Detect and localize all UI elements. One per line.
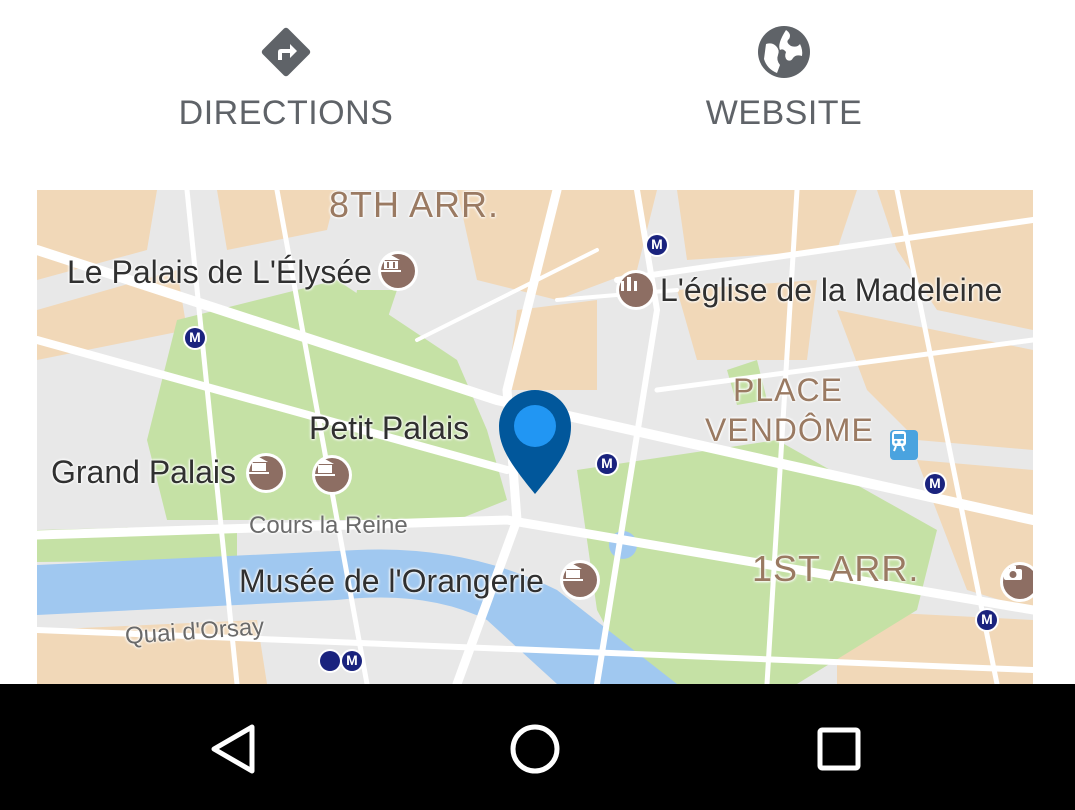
website-label: WEBSITE	[705, 94, 863, 132]
metro-icon[interactable]: M	[342, 651, 362, 671]
place-madeleine[interactable]: L'église de la Madeleine	[660, 272, 1002, 309]
globe-icon	[754, 22, 814, 82]
place-elysee[interactable]: Le Palais de L'Élysée	[67, 254, 372, 291]
directions-icon	[256, 22, 316, 82]
street-cours-la-reine: Cours la Reine	[249, 512, 408, 539]
directions-button[interactable]: DIRECTIONS	[136, 22, 436, 142]
museum-icon[interactable]	[381, 254, 415, 288]
place-orangerie[interactable]: Musée de l'Orangerie	[239, 563, 544, 600]
district-1st: 1ST ARR.	[752, 548, 920, 589]
district-8th: 8TH ARR.	[329, 190, 500, 225]
map-preview[interactable]: 8TH ARR. Le Palais de L'Élysée L'église …	[37, 190, 1033, 684]
district-vendome-line2: VENDÔME	[705, 412, 874, 448]
metro-icon[interactable]: M	[185, 328, 205, 348]
metro-icon[interactable]: M	[597, 454, 617, 474]
metro-icon[interactable]: M	[925, 474, 945, 494]
camera-icon[interactable]	[1003, 565, 1033, 599]
recents-icon[interactable]	[809, 719, 869, 779]
directions-label: DIRECTIONS	[178, 94, 394, 132]
museum-icon[interactable]	[315, 458, 349, 492]
train-station-icon[interactable]	[890, 430, 918, 460]
metro-icon[interactable]: M	[977, 610, 997, 630]
museum-icon[interactable]	[563, 563, 597, 597]
system-navigation-bar	[0, 684, 1075, 810]
place-petit-palais[interactable]: Petit Palais	[309, 410, 469, 447]
church-icon[interactable]	[619, 273, 653, 307]
museum-icon[interactable]	[249, 456, 283, 490]
rer-icon[interactable]	[320, 651, 340, 671]
place-grand-palais[interactable]: Grand Palais	[51, 454, 236, 491]
website-button[interactable]: WEBSITE	[634, 22, 934, 142]
back-icon[interactable]	[203, 719, 263, 779]
home-icon[interactable]	[505, 719, 565, 779]
district-vendome-line1: PLACE	[733, 372, 843, 408]
place-actions: DIRECTIONS WEBSITE	[0, 0, 1075, 180]
metro-icon[interactable]: M	[647, 235, 667, 255]
